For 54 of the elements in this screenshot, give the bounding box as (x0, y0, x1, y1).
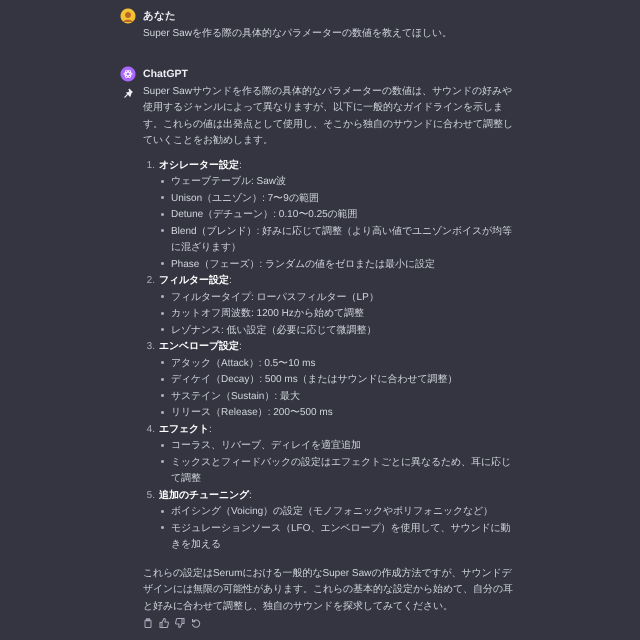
copy-icon[interactable] (143, 618, 153, 628)
thumbs-up-icon[interactable] (159, 618, 169, 628)
assistant-avatar (120, 66, 136, 82)
section-heading: 追加のチューニング: (159, 488, 252, 502)
bullet-icon (161, 460, 164, 464)
list-number: 4. (146, 422, 155, 436)
list-item-text: レゾナンス: 低い設定（必要に応じて微調整） (171, 324, 377, 338)
bullet-icon (161, 394, 164, 398)
list-item-text: ウェーブテーブル: Saw波 (171, 174, 286, 189)
bullet-icon (161, 328, 164, 332)
list-item-text: Blend（ブレンド）: 好みに応じて調整（より高い値でユニゾンボイスが均等に混ざります） (171, 224, 514, 255)
list-item-text: コーラス、リバーブ、ディレイを適宜追加 (171, 438, 361, 453)
list-item-text: サステイン（Sustain）: 最大 (171, 390, 300, 404)
author-name: ChatGPT (143, 67, 189, 82)
list-item-text: Phase（フェーズ）: ランダムの値をゼロまたは最小に設定 (171, 258, 435, 272)
list-item-text: Unison（ユニゾン）: 7〜9の範囲 (171, 192, 319, 206)
section-heading: エンベロープ設定: (159, 339, 242, 354)
section-heading: フィルター設定: (159, 273, 232, 288)
bullet-icon (161, 378, 164, 381)
bullet-icon (161, 180, 164, 183)
list-item-text: アタック（Attack）: 0.5〜10 ms (171, 356, 316, 370)
thumbs-down-icon[interactable] (175, 618, 185, 628)
list-number: 1. (146, 158, 155, 172)
bullet-icon (161, 361, 164, 364)
author-name: あなた (143, 9, 177, 24)
bullet-icon (161, 312, 164, 315)
list-item-text: ボイシング（Voicing）の設定（モノフォニックやポリフォニックなど） (171, 504, 494, 519)
list-item-text: リリース（Release）: 200〜500 ms (171, 406, 333, 420)
section-heading: エフェクト: (159, 422, 212, 436)
list-number: 3. (146, 340, 155, 354)
bullet-icon (161, 229, 164, 232)
bullet-icon (161, 526, 164, 530)
bullet-icon (161, 410, 164, 414)
list-item-text: カットオフ周波数: 1200 Hzから始めて調整 (171, 306, 364, 321)
list-item-text: Detune（デチューン）: 0.10〜0.25の範囲 (171, 208, 358, 222)
list-item-text: フィルタータイプ: ローパスフィルター（LP） (171, 290, 379, 304)
bullet-icon (161, 295, 164, 298)
list-item-text: ミックスとフィードバックの設定はエフェクトごとに異なるため、耳に応じて調整 (171, 456, 512, 486)
bullet-icon (161, 510, 164, 513)
list-item-text: モジュレーションソース（LFO、エンベロープ）を使用して、サウンドに動きを加える (171, 522, 512, 552)
message-paragraph: これらの設定はSerumにおける一般的なSuper Sawの作成方法ですが、サウンドデザインには無限の可能性があります。これらの基本的な設定から始めて、自分の耳と好みに合わせて調整し、独自のサウンドを探求してみてください。 (143, 566, 514, 614)
bullet-icon (161, 196, 164, 200)
section-heading: オシレーター設定: (159, 158, 242, 172)
list-number: 2. (146, 274, 155, 288)
user-avatar (120, 8, 136, 24)
message-paragraph: Super Sawサウンドを作る際の具体的なパラメーターの数値は、サウンドの好みや使用するジャンルによって異なりますが、以下に一般的なガイドラインを示します。これらの値は出発点として使用し、そこから独自のサウンドに合わせて調整していくことをお勧めします。 (143, 84, 514, 148)
list-item-text: ディケイ（Decay）: 500 ms（またはサウンドに合わせて調整） (171, 372, 458, 387)
bullet-icon (161, 262, 164, 266)
message-text: Super Sawを作る際の具体的なパラメーターの数値を教えてほしい。 (143, 26, 453, 40)
pin-icon (123, 88, 133, 98)
list-number: 5. (146, 488, 155, 502)
bullet-icon (161, 444, 164, 447)
bullet-icon (161, 212, 164, 216)
regenerate-icon[interactable] (191, 618, 201, 628)
